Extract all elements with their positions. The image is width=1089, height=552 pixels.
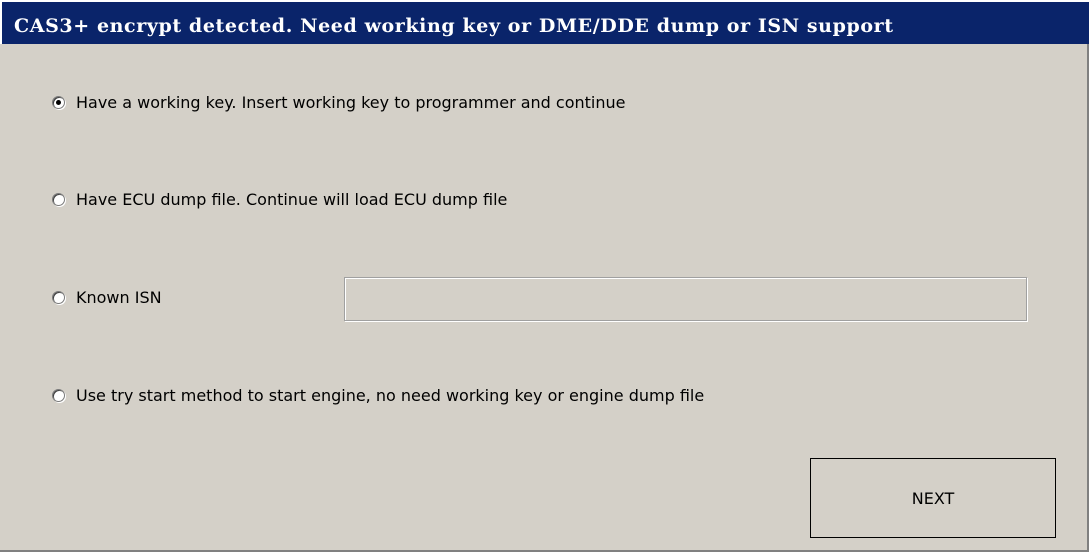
option-known-isn[interactable]: Known ISN	[52, 288, 162, 307]
option-try-start-label: Use try start method to start engine, no…	[76, 386, 705, 405]
option-ecu-dump[interactable]: Have ECU dump file. Continue will load E…	[52, 190, 507, 209]
radio-try-start[interactable]	[52, 389, 65, 402]
radio-selected-dot	[56, 100, 61, 105]
option-known-isn-label: Known ISN	[76, 288, 162, 307]
window-title: CAS3+ encrypt detected. Need working key…	[14, 15, 894, 37]
next-button[interactable]: NEXT	[810, 458, 1056, 538]
title-bar: CAS3+ encrypt detected. Need working key…	[0, 0, 1089, 44]
radio-known-isn[interactable]	[52, 291, 65, 304]
option-working-key-label: Have a working key. Insert working key t…	[76, 93, 626, 112]
isn-input[interactable]	[344, 277, 1027, 321]
option-working-key[interactable]: Have a working key. Insert working key t…	[52, 93, 625, 112]
option-try-start[interactable]: Use try start method to start engine, no…	[52, 386, 704, 405]
option-ecu-dump-label: Have ECU dump file. Continue will load E…	[76, 190, 508, 209]
radio-ecu-dump[interactable]	[52, 193, 65, 206]
dialog-window: CAS3+ encrypt detected. Need working key…	[0, 0, 1089, 552]
radio-working-key[interactable]	[52, 96, 65, 109]
